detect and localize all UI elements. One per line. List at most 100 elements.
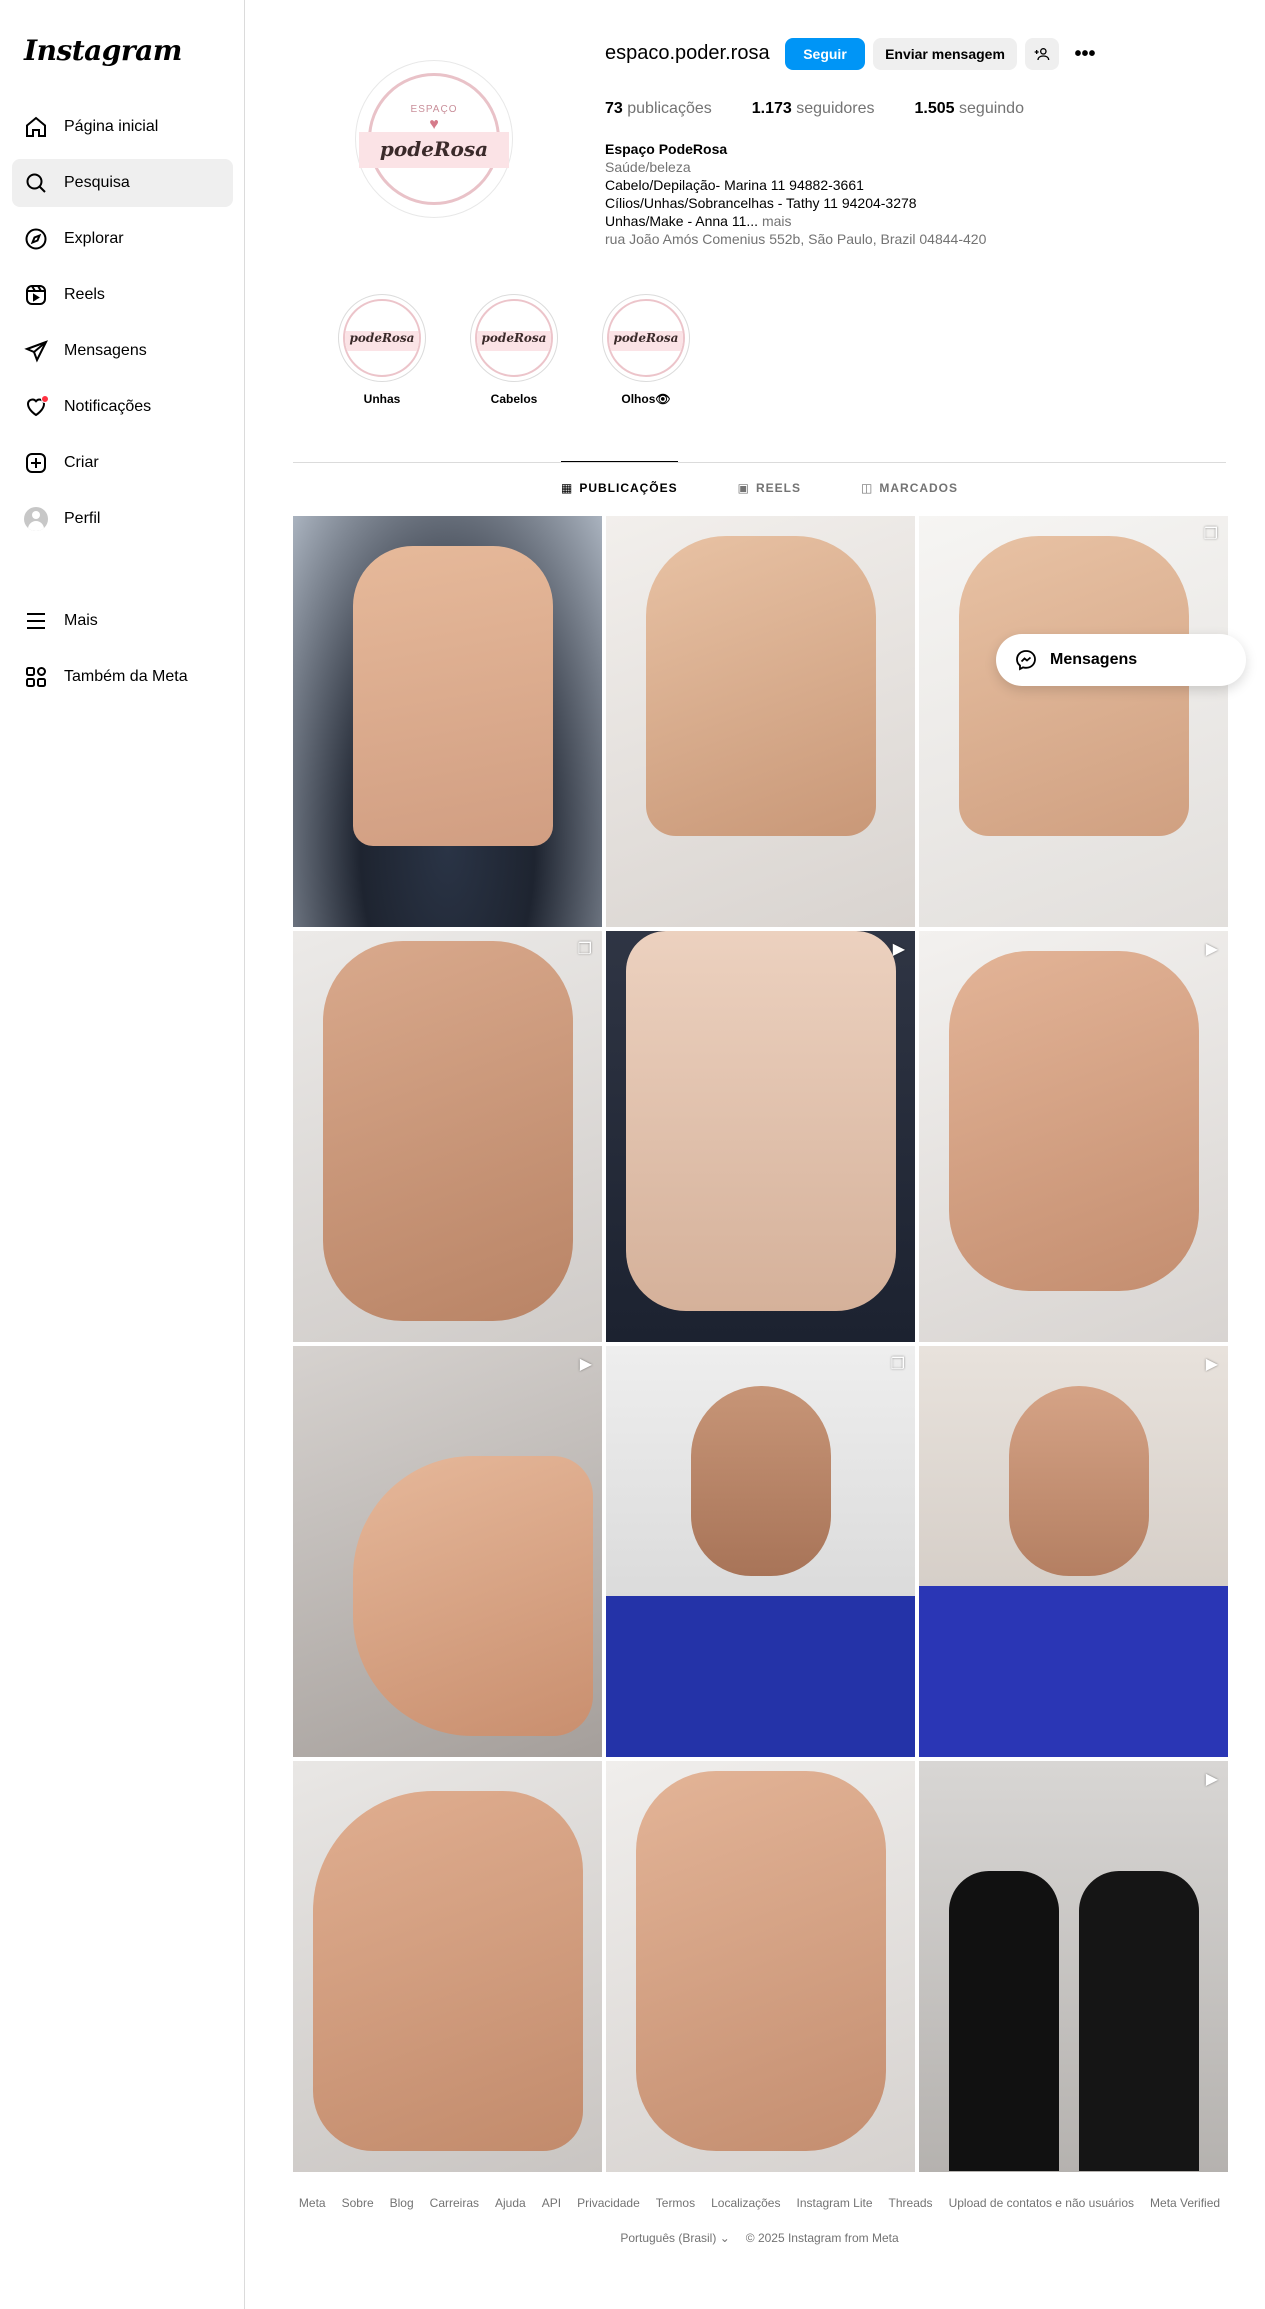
language-select[interactable]: Português (Brasil) ⌄ xyxy=(620,2231,729,2245)
menu-icon xyxy=(24,609,48,633)
footer-link[interactable]: Carreiras xyxy=(430,2196,479,2210)
post-thumbnail[interactable]: ▶ xyxy=(293,1346,602,1757)
footer-link[interactable]: API xyxy=(542,2196,561,2210)
profile-avatar[interactable]: ESPAÇO ♥ podeRosa xyxy=(355,60,513,218)
profile-logo: ESPAÇO ♥ podeRosa xyxy=(359,73,509,205)
profile-stats: 73 publicações 1.173 seguidores 1.505 se… xyxy=(605,100,1024,118)
post-thumbnail[interactable] xyxy=(293,1761,602,2172)
ellipsis-icon: ••• xyxy=(1074,42,1096,65)
sidebar-item-notifications[interactable]: Notificações xyxy=(12,383,233,431)
footer-link[interactable]: Localizações xyxy=(711,2196,780,2210)
notification-dot xyxy=(41,395,49,403)
tagged-icon: ◫ xyxy=(861,481,874,495)
more-options-button[interactable]: ••• xyxy=(1069,38,1101,70)
footer-link[interactable]: Ajuda xyxy=(495,2196,526,2210)
post-thumbnail[interactable] xyxy=(606,1761,915,2172)
logo-top-text: ESPAÇO xyxy=(410,104,458,115)
sidebar-item-label: Página inicial xyxy=(64,118,159,135)
highlight-unhas[interactable]: podeRosa Unhas xyxy=(338,294,426,406)
post-thumbnail[interactable]: ❐ xyxy=(919,516,1228,927)
tab-tagged[interactable]: ◫ MARCADOS xyxy=(861,462,958,514)
footer-link[interactable]: Termos xyxy=(656,2196,695,2210)
sidebar-item-profile[interactable]: Perfil xyxy=(12,495,233,543)
bio-address[interactable]: rua João Amós Comenius 552b, São Paulo, … xyxy=(605,230,1085,248)
sidebar-item-label: Perfil xyxy=(64,510,101,527)
footer-link[interactable]: Privacidade xyxy=(577,2196,640,2210)
bio-name: Espaço PodeRosa xyxy=(605,141,728,157)
tab-posts[interactable]: ▦ PUBLICAÇÕES xyxy=(560,461,678,514)
post-thumbnail[interactable] xyxy=(606,516,915,927)
footer-links: Meta Sobre Blog Carreiras Ajuda API Priv… xyxy=(293,2196,1226,2210)
highlight-cabelos[interactable]: podeRosa Cabelos xyxy=(470,294,558,406)
sidebar-item-search[interactable]: Pesquisa xyxy=(12,159,233,207)
sidebar-item-label: Criar xyxy=(64,454,99,471)
post-thumbnail[interactable] xyxy=(293,516,602,927)
chevron-down-icon: ⌄ xyxy=(719,2231,730,2245)
highlight-cover-text: podeRosa xyxy=(481,331,547,345)
carousel-icon: ❐ xyxy=(577,941,592,958)
send-message-button[interactable]: Enviar mensagem xyxy=(873,38,1017,70)
carousel-icon: ❐ xyxy=(890,1356,905,1373)
posts-grid: ❐ ❐ ▶ ▶ ▶ ❐ ▶ ▶ xyxy=(293,516,1228,2172)
sidebar: Instagram Página inicial Pesquisa Explor… xyxy=(0,0,245,2309)
messenger-icon xyxy=(1016,650,1036,671)
sidebar-item-explore[interactable]: Explorar xyxy=(12,215,233,263)
profile-username: espaco.poder.rosa xyxy=(605,42,770,64)
post-thumbnail[interactable]: ▶ xyxy=(606,931,915,1342)
post-thumbnail[interactable]: ▶ xyxy=(919,931,1228,1342)
bio-line: Cílios/Unhas/Sobrancelhas - Tathy 11 942… xyxy=(605,195,917,211)
heart-logo-icon: ♥ xyxy=(429,116,439,133)
sidebar-item-reels[interactable]: Reels xyxy=(12,271,233,319)
post-thumbnail[interactable]: ❐ xyxy=(293,931,602,1342)
carousel-icon: ❐ xyxy=(1203,526,1218,543)
sidebar-item-label: Reels xyxy=(64,286,105,303)
send-icon xyxy=(24,339,48,363)
footer-link[interactable]: Sobre xyxy=(342,2196,374,2210)
grid-icon: ▦ xyxy=(560,481,574,495)
sidebar-item-meta[interactable]: Também da Meta xyxy=(12,653,233,701)
post-thumbnail[interactable]: ▶ xyxy=(919,1346,1228,1757)
footer-link[interactable]: Meta xyxy=(299,2196,326,2210)
sidebar-lower: Mais Também da Meta xyxy=(12,597,233,709)
suggest-people-button[interactable] xyxy=(1025,38,1059,70)
follow-button[interactable]: Seguir xyxy=(785,38,865,70)
following-stat[interactable]: 1.505 seguindo xyxy=(915,100,1024,118)
highlight-label: Cabelos xyxy=(490,392,538,406)
footer-link[interactable]: Blog xyxy=(390,2196,414,2210)
instagram-logo[interactable]: Instagram xyxy=(24,34,182,67)
footer-link[interactable]: Threads xyxy=(889,2196,933,2210)
sidebar-item-messages[interactable]: Mensagens xyxy=(12,327,233,375)
footer-link[interactable]: Instagram Lite xyxy=(796,2196,872,2210)
sidebar-item-label: Notificações xyxy=(64,398,152,415)
profile-bio: Espaço PodeRosa Saúde/beleza Cabelo/Depi… xyxy=(605,140,1085,248)
sidebar-item-create[interactable]: Criar xyxy=(12,439,233,487)
footer-link[interactable]: Meta Verified xyxy=(1150,2196,1220,2210)
followers-stat[interactable]: 1.173 seguidores xyxy=(752,100,875,118)
sidebar-item-label: Mensagens xyxy=(64,342,147,359)
bio-line: Cabelo/Depilação- Marina 11 94882-3661 xyxy=(605,177,864,193)
sidebar-item-more[interactable]: Mais xyxy=(12,597,233,645)
bio-more-link[interactable]: mais xyxy=(762,213,792,229)
add-person-icon xyxy=(1034,48,1050,61)
highlight-olhos[interactable]: podeRosa Olhos👁 xyxy=(602,294,690,406)
reels-icon: ▣ xyxy=(737,481,750,495)
meta-apps-icon xyxy=(24,665,48,689)
sidebar-item-label: Mais xyxy=(64,612,98,629)
footer-link[interactable]: Upload de contatos e não usuários xyxy=(949,2196,1134,2210)
post-thumbnail[interactable]: ❐ xyxy=(606,1346,915,1757)
sidebar-item-label: Pesquisa xyxy=(64,174,130,191)
copyright: © 2025 Instagram from Meta xyxy=(745,2231,899,2245)
post-thumbnail[interactable]: ▶ xyxy=(919,1761,1228,2172)
posts-stat[interactable]: 73 publicações xyxy=(605,100,712,118)
tab-reels[interactable]: ▣ REELS xyxy=(738,462,801,514)
reel-icon: ▶ xyxy=(892,941,905,958)
bio-category: Saúde/beleza xyxy=(605,159,691,175)
plus-square-icon xyxy=(24,451,48,475)
heart-icon xyxy=(24,395,49,419)
sidebar-item-home[interactable]: Página inicial xyxy=(12,103,233,151)
highlight-cover-text: podeRosa xyxy=(349,331,415,345)
highlight-cover-text: podeRosa xyxy=(613,331,679,345)
compass-icon xyxy=(24,227,48,251)
bio-line: Unhas/Make - Anna 11... mais xyxy=(605,213,792,229)
messages-floating-button[interactable]: Mensagens xyxy=(996,634,1246,686)
